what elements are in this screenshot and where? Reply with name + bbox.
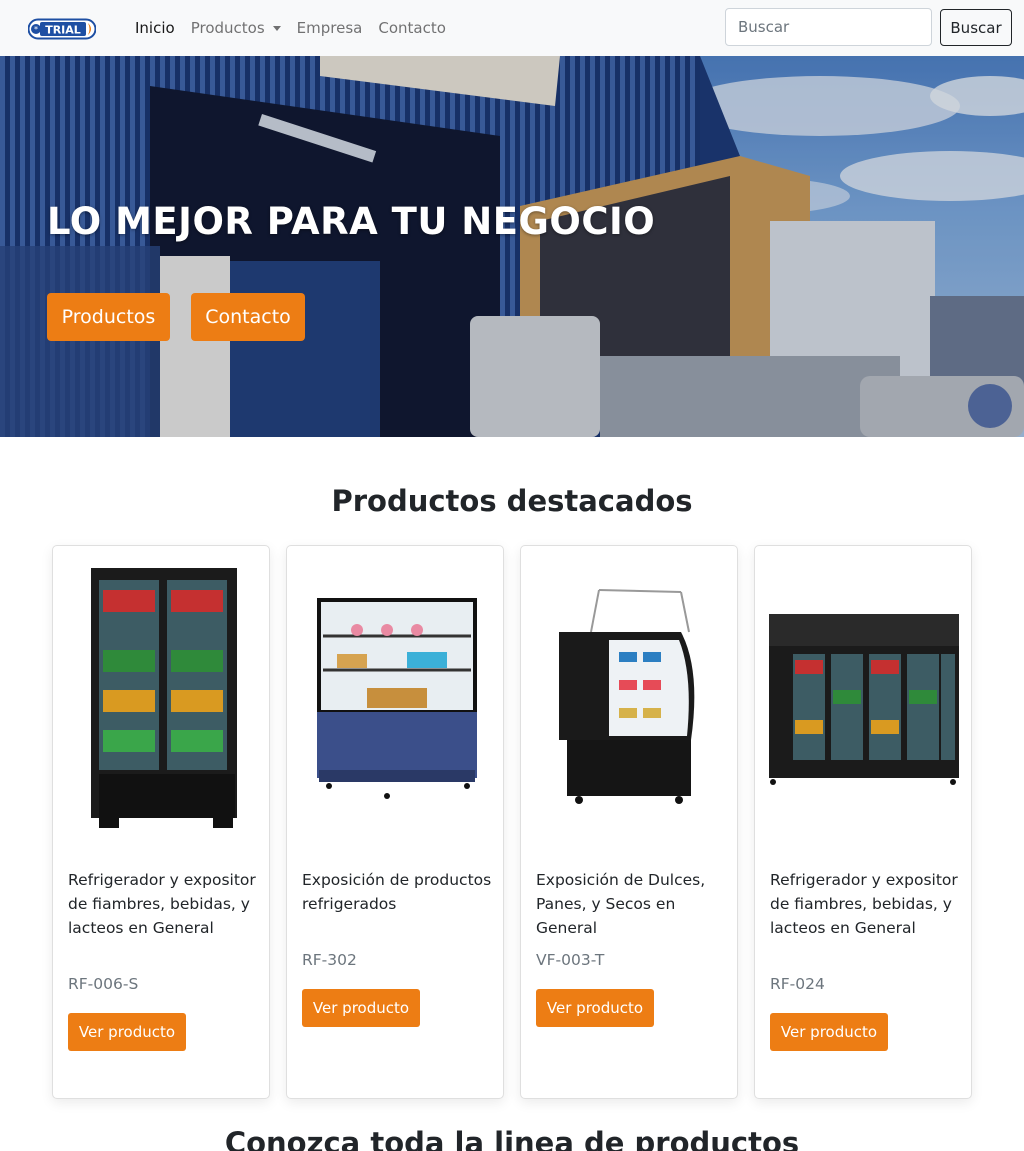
search-input[interactable] — [725, 8, 932, 46]
ver-producto-button[interactable]: Ver producto — [770, 1013, 888, 1051]
product-code: RF-024 — [770, 975, 825, 993]
product-title: Refrigerador y expositor de fiambres, be… — [68, 871, 256, 937]
product-image-multi-door-fridge — [769, 614, 959, 785]
product-card: Exposición de Dulces, Panes, y Secos en … — [520, 545, 738, 1099]
all-products-section-title: Conozca toda la linea de productos — [224, 1126, 800, 1151]
product-title: Exposición de Dulces, Panes, y Secos en … — [536, 871, 706, 937]
brand-logo[interactable]: * TRIAL — [28, 17, 96, 41]
nav-link-label: Contacto — [378, 19, 446, 37]
nav-menu: Inicio Productos Empresa Contacto — [127, 0, 454, 56]
ver-producto-button[interactable]: Ver producto — [536, 989, 654, 1027]
product-title: Refrigerador y expositor de fiambres, be… — [770, 871, 958, 937]
nav-link-label: Inicio — [135, 19, 175, 37]
product-image-curved-display — [559, 589, 695, 804]
navbar: * TRIAL Inicio Productos Empresa Contact… — [0, 0, 1024, 56]
product-code: RF-302 — [302, 951, 357, 969]
nav-link-contacto[interactable]: Contacto — [370, 19, 454, 37]
nav-link-empresa[interactable]: Empresa — [289, 19, 371, 37]
nav-dropdown-productos[interactable]: Productos — [183, 19, 289, 37]
nav-link-label: Productos — [190, 19, 265, 37]
svg-text:TRIAL: TRIAL — [45, 24, 81, 37]
product-card: Refrigerador y expositor de fiambres, be… — [52, 545, 270, 1099]
product-image-display-case — [317, 598, 477, 799]
product-code: RF-006-S — [68, 975, 139, 993]
product-title: Exposición de productos refrigerados — [302, 871, 492, 913]
hero-title: LO MEJOR PARA TU NEGOCIO — [47, 200, 656, 243]
hero-productos-button[interactable]: Productos — [47, 293, 170, 341]
hero-banner: LO MEJOR PARA TU NEGOCIO Productos Conta… — [0, 56, 1024, 437]
nav-link-label: Empresa — [296, 19, 363, 37]
nav-link-inicio[interactable]: Inicio — [127, 19, 183, 37]
caret-down-icon — [272, 25, 281, 31]
ver-producto-button[interactable]: Ver producto — [302, 989, 420, 1027]
ver-producto-button[interactable]: Ver producto — [68, 1013, 186, 1051]
product-image-upright-fridge — [91, 568, 237, 828]
svg-text:*: * — [34, 25, 38, 34]
hero-contacto-button[interactable]: Contacto — [191, 293, 305, 341]
search-button[interactable]: Buscar — [940, 9, 1012, 46]
hero-background-image — [0, 56, 1024, 437]
product-card: Exposición de productos refrigerados RF-… — [286, 545, 504, 1099]
product-card: Refrigerador y expositor de fiambres, be… — [754, 545, 972, 1099]
product-code: VF-003-T — [536, 951, 605, 969]
featured-section-title: Productos destacados — [331, 484, 693, 518]
